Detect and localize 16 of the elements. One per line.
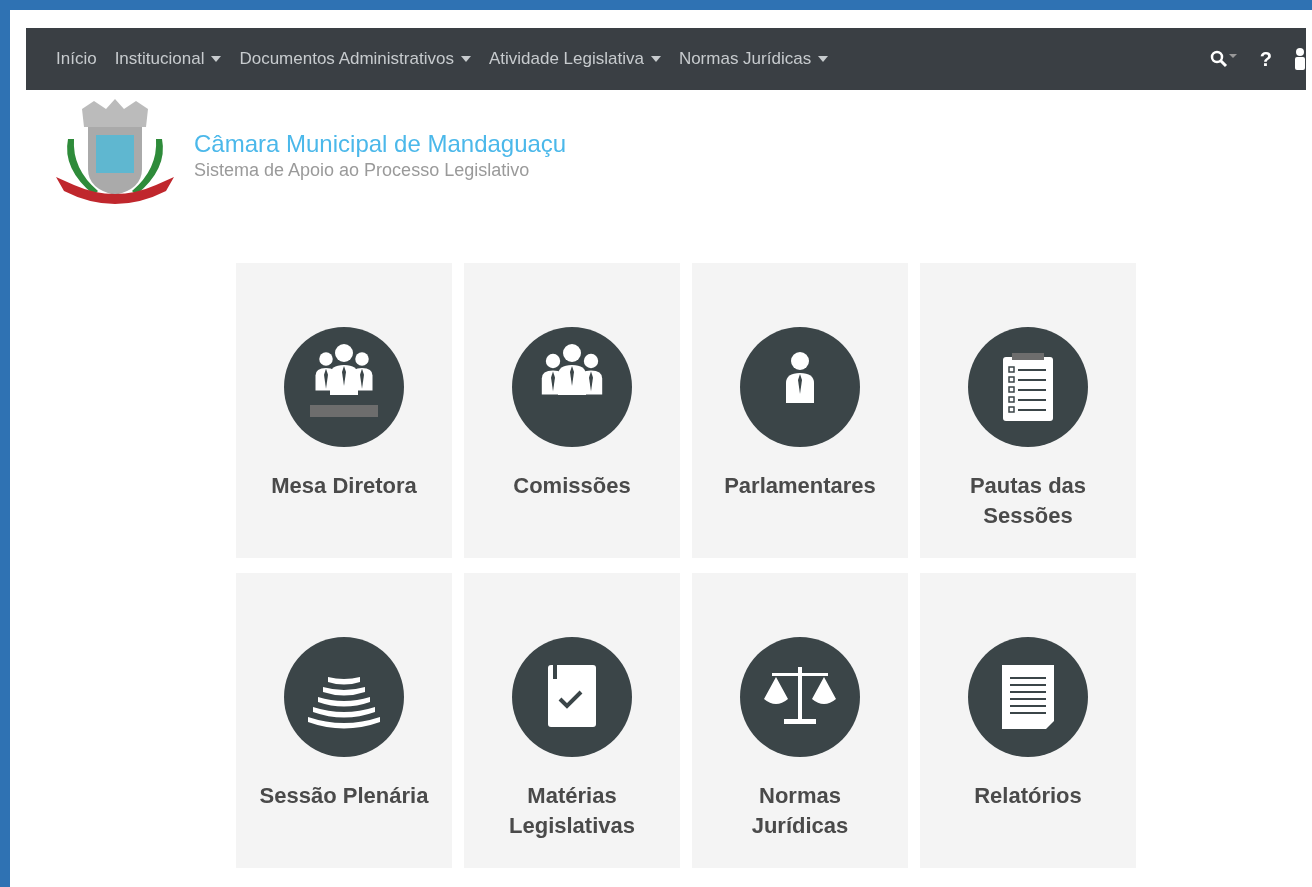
- nav-link[interactable]: Normas Jurídicas: [678, 49, 829, 69]
- menu-tile[interactable]: Pautas das Sessões: [920, 263, 1136, 558]
- nav-link[interactable]: Atividade Legislativa: [488, 49, 661, 69]
- site-subtitle: Sistema de Apoio ao Processo Legislativo: [194, 159, 531, 181]
- help-link[interactable]: ?: [1259, 47, 1272, 71]
- site-title: Câmara Municipal de Mandaguaçu: [194, 129, 567, 158]
- menu-tile[interactable]: Sessão Plenária: [236, 573, 452, 868]
- menu-tile[interactable]: Mesa Diretora: [236, 263, 452, 558]
- nav-link[interactable]: Início: [56, 49, 97, 69]
- menu-tile[interactable]: Parlamentares: [692, 263, 908, 558]
- menu-tile[interactable]: Normas Jurídicas: [692, 573, 908, 868]
- menu-tile[interactable]: Matérias Legislativas: [464, 573, 680, 868]
- nav-link[interactable]: Institucional: [114, 49, 222, 69]
- menu-tile[interactable]: Comissões: [464, 263, 680, 558]
- nav-link[interactable]: Documentos Administrativos: [239, 49, 471, 69]
- menu-tile[interactable]: Relatórios: [920, 573, 1136, 868]
